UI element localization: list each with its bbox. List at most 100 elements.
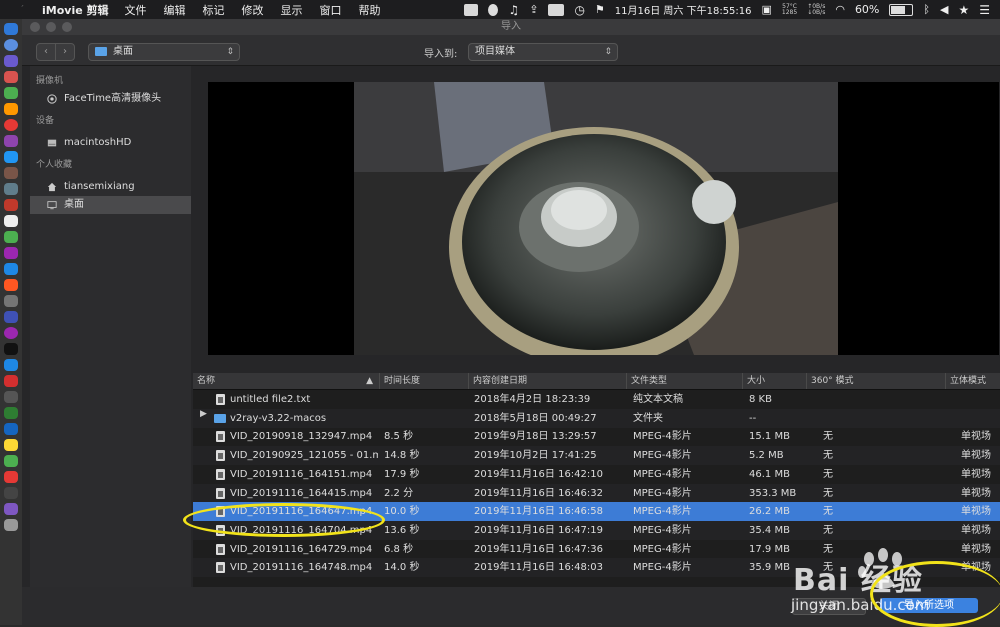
apple-menu-icon[interactable] <box>14 3 28 17</box>
table-row[interactable]: VID_20190925_121055 - 01.m... 14.8 秒 2019年… <box>193 446 1000 466</box>
app-icon[interactable] <box>4 279 18 291</box>
net-stats[interactable]: ↑0B/s ↓0B/s <box>807 3 825 16</box>
cpu-stats[interactable]: 57°C 1285 <box>781 3 798 16</box>
col-header-name[interactable]: 名称 ▲ <box>193 373 380 389</box>
battery-percent[interactable]: 60% <box>855 3 879 16</box>
music-icon[interactable]: ♫ <box>508 3 519 17</box>
col-header-size[interactable]: 大小 <box>743 373 807 389</box>
app-icon[interactable] <box>4 263 18 275</box>
chrome-icon[interactable] <box>4 119 18 131</box>
cell-date: 2019年9月18日 13:29:57 <box>474 431 597 443</box>
app-icon[interactable] <box>4 183 18 195</box>
app-icon[interactable] <box>4 423 18 435</box>
star-icon[interactable]: ★ <box>958 3 969 17</box>
app-icon[interactable] <box>4 71 18 83</box>
trash-icon[interactable] <box>4 519 18 531</box>
menubar-datetime[interactable]: 11月16日 周六 下午18:55:16 <box>615 2 752 17</box>
safari-icon[interactable] <box>4 39 18 51</box>
col-header-date[interactable]: 内容创建日期 <box>469 373 627 389</box>
col-header-360[interactable]: 360° 模式 <box>807 373 946 389</box>
cell-stereo: 单视场 <box>961 468 991 480</box>
sidebar-item-macintoshhd[interactable]: macintoshHD <box>30 134 191 152</box>
app-icon[interactable] <box>4 487 18 499</box>
display-icon[interactable] <box>548 3 565 16</box>
app-icon[interactable] <box>4 471 18 483</box>
app-icon[interactable] <box>4 199 18 211</box>
app-icon[interactable] <box>4 311 18 323</box>
app-icon[interactable] <box>4 103 18 115</box>
app-icon[interactable] <box>4 359 18 371</box>
table-row[interactable]: untitled file2.txt 2018年4月2日 18:23:39 纯文本文… <box>193 390 1000 409</box>
volume-icon[interactable]: ◀ <box>940 3 948 16</box>
menu-help[interactable]: 帮助 <box>359 2 381 18</box>
wifi-icon[interactable]: ◠ <box>835 3 845 16</box>
table-row[interactable]: VID_20191116_164704.mp4 13.6 秒 2019年11月16日… <box>193 520 1000 540</box>
app-icon[interactable] <box>4 215 18 227</box>
menu-mark[interactable]: 标记 <box>203 2 225 18</box>
app-icon[interactable] <box>4 87 18 99</box>
app-icon[interactable] <box>4 167 18 179</box>
clock-icon[interactable]: ◷ <box>574 3 584 17</box>
cell-type: MPEG-4影片 <box>633 562 692 574</box>
table-row[interactable]: ▶ v2ray-v3.22-macos 2018年5月18日 00:49:27 文件夹… <box>193 408 1000 428</box>
table-row[interactable]: VID_20190918_132947.mp4 8.5 秒 2019年9月18日 1… <box>193 427 1000 446</box>
status-s-icon[interactable] <box>464 3 479 16</box>
video-preview[interactable] <box>208 82 999 355</box>
forward-button[interactable]: › <box>55 43 75 61</box>
image-icon[interactable]: ▣ <box>762 3 772 16</box>
table-row[interactable]: VID_20191116_164729.mp4 6.8 秒 2019年11月16日 … <box>193 540 1000 559</box>
cell-mode360: 无 <box>823 524 833 536</box>
app-icon[interactable] <box>4 455 18 467</box>
menu-view[interactable]: 显示 <box>281 2 303 18</box>
app-menu[interactable]: iMovie 剪辑 <box>42 2 109 18</box>
import-dialog: 导入 ‹ › 桌面 ⇕ 导入到: 项目媒体 ⇕ 摄像机 FaceTime高清摄像… <box>22 19 1000 627</box>
menu-edit[interactable]: 编辑 <box>164 2 186 18</box>
minimize-window-button[interactable] <box>46 22 56 32</box>
upload-icon[interactable]: ⇪ <box>529 3 538 16</box>
col-header-type[interactable]: 文件类型 <box>627 373 743 389</box>
finder-icon[interactable] <box>4 23 18 35</box>
menu-window[interactable]: 窗口 <box>320 2 342 18</box>
battery-icon[interactable] <box>889 3 914 16</box>
flag-icon[interactable]: ⚑ <box>595 3 605 16</box>
table-row[interactable]: VID_20191116_164647.mp4 10.0 秒 2019年11月16日… <box>193 502 1000 522</box>
app-icon[interactable] <box>4 295 18 307</box>
app-icon[interactable] <box>4 135 18 147</box>
close-window-button[interactable] <box>30 22 40 32</box>
arrow-icon[interactable] <box>488 3 499 16</box>
sidebar-item-home[interactable]: tiansemixiang <box>30 178 191 196</box>
launchpad-icon[interactable] <box>4 55 18 67</box>
disclosure-triangle-icon[interactable]: ▶ <box>200 409 207 419</box>
menu-list-icon[interactable]: ☰ <box>979 3 990 17</box>
table-row[interactable]: VID_20191116_164151.mp4 17.9 秒 2019年11月16日… <box>193 465 1000 484</box>
app-icon[interactable] <box>4 247 18 259</box>
zoom-window-button[interactable] <box>62 22 72 32</box>
app-icon[interactable] <box>4 503 18 515</box>
table-row[interactable]: VID_20191116_164415.mp4 2.2 分 2019年11月16日 … <box>193 483 1000 503</box>
fan-rpm: 1285 <box>781 8 798 16</box>
app-icon[interactable] <box>4 327 18 339</box>
table-row[interactable]: VID_20191116_164748.mp4 14.0 秒 2019年11月16日… <box>193 558 1000 578</box>
close-button[interactable]: 关闭 <box>792 598 866 615</box>
back-button[interactable]: ‹ <box>36 43 56 61</box>
location-popup[interactable]: 桌面 ⇕ <box>88 43 240 61</box>
app-icon[interactable] <box>4 407 18 419</box>
sidebar-item-desktop[interactable]: 桌面 <box>30 196 191 214</box>
cell-name: untitled file2.txt <box>230 394 311 405</box>
app-icon[interactable] <box>4 439 18 451</box>
app-icon[interactable] <box>4 375 18 387</box>
bluetooth-icon[interactable]: ᛒ <box>923 3 930 16</box>
menu-modify[interactable]: 修改 <box>242 2 264 18</box>
app-icon[interactable] <box>4 231 18 243</box>
import-selected-button[interactable]: 导入所选项 <box>880 598 978 613</box>
app-icon[interactable] <box>4 391 18 403</box>
col-header-duration[interactable]: 时间长度 <box>380 373 469 389</box>
sidebar-item-facetime[interactable]: FaceTime高清摄像头 <box>30 90 191 108</box>
import-to-popup[interactable]: 项目媒体 ⇕ <box>468 43 618 61</box>
app-icon[interactable] <box>4 151 18 163</box>
app-icon[interactable] <box>4 343 18 355</box>
cell-type: 纯文本文稿 <box>633 394 683 405</box>
col-header-stereo[interactable]: 立体模式 <box>946 373 1000 389</box>
cell-name: VID_20191116_164748.mp4 <box>230 562 373 574</box>
menu-file[interactable]: 文件 <box>125 2 147 18</box>
